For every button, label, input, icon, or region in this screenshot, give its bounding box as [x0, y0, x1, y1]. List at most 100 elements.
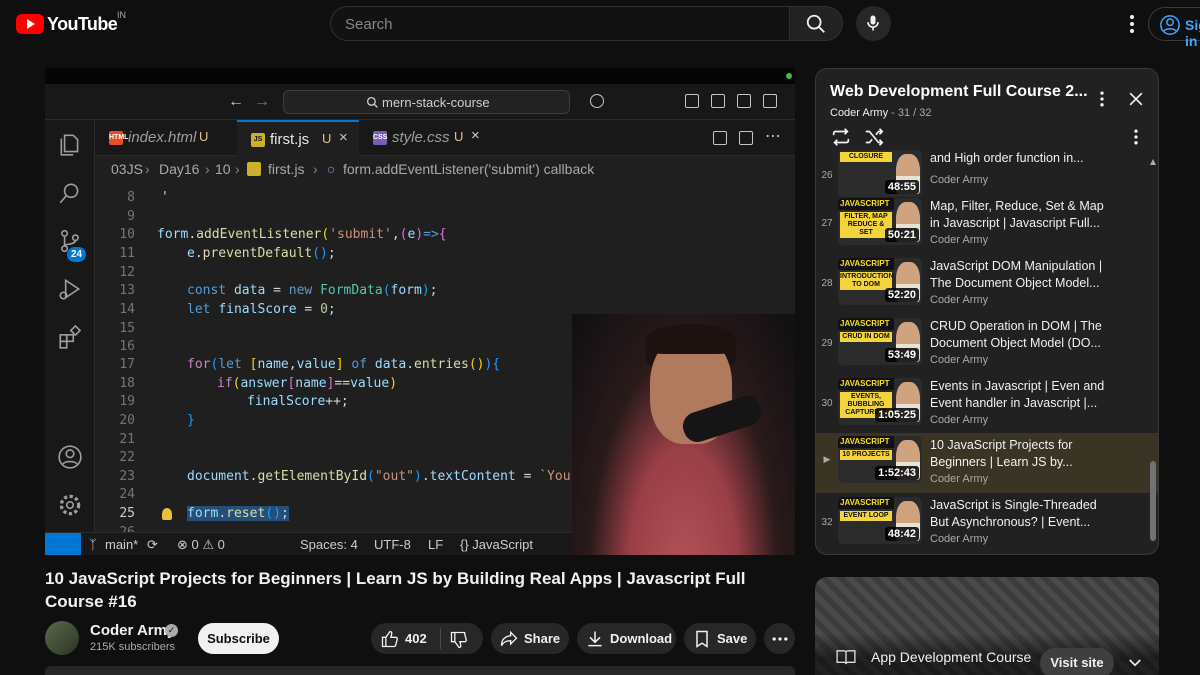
video-title[interactable]: JavaScript DOM Manipulation | The Docume…: [930, 258, 1110, 292]
chevron-right-icon: ›: [313, 161, 318, 177]
search-icon: [59, 183, 79, 204]
thumb-js-tag: JAVASCRIPT: [838, 258, 894, 270]
shuffle-icon[interactable]: [863, 126, 885, 148]
video-title[interactable]: 10 JavaScript Projects for Beginners | L…: [930, 437, 1110, 471]
visit-site-button[interactable]: Visit site: [1040, 648, 1114, 675]
compare-icon: [713, 131, 727, 145]
video-channel: Coder Army: [930, 234, 989, 246]
video-thumbnail[interactable]: JAVASCRIPT EVENT LOOP 48:42: [838, 497, 922, 544]
video-channel: Coder Army: [930, 533, 989, 545]
language-mode: {} JavaScript: [460, 537, 533, 552]
subscriber-count: 215K subscribers: [90, 641, 175, 653]
playlist-channel[interactable]: Coder Army: [830, 107, 888, 119]
vscode-titlebar: ← → mern-stack-course: [45, 84, 795, 120]
video-player[interactable]: ← → mern-stack-course 24 HTML index.html…: [45, 68, 795, 555]
playlist-item-current[interactable]: ▶ JAVASCRIPT 10 PROJECTS 1:52:43 10 Java…: [816, 433, 1158, 493]
breadcrumb-item: form.addEventListener('submit') callback: [343, 161, 595, 177]
js-file-icon: [247, 162, 261, 176]
breadcrumb-item: 10: [215, 161, 231, 177]
playlist-title[interactable]: Web Development Full Course 2...: [830, 83, 1088, 101]
loop-icon[interactable]: [830, 126, 852, 148]
tab-first-js: JS first.js U ×: [237, 120, 359, 156]
item-index: 26: [821, 170, 833, 181]
playlist-item[interactable]: 28 JAVASCRIPT INTRODUCTION TO DOM 52:20 …: [816, 256, 1158, 316]
tab-status: U: [454, 129, 464, 144]
video-title[interactable]: Events in Javascript | Even and Event ha…: [930, 378, 1110, 412]
command-center-text: mern-stack-course: [382, 95, 490, 110]
playlist-panel: Web Development Full Course 2... Coder A…: [815, 68, 1159, 555]
video-thumbnail[interactable]: CLOSURE 48:55: [838, 150, 922, 197]
thumbs-down-icon[interactable]: [449, 630, 469, 650]
playlist-menu-icon[interactable]: [1092, 89, 1112, 109]
youtube-logo[interactable]: YouTube IN: [16, 10, 126, 35]
save-button[interactable]: Save: [684, 623, 756, 654]
thumbs-up-icon[interactable]: [380, 629, 400, 649]
video-title[interactable]: CRUD Operation in DOM | The Document Obj…: [930, 318, 1110, 352]
playlist-item[interactable]: 32 JAVASCRIPT EVENT LOOP 48:42 JavaScrip…: [816, 495, 1158, 554]
subscribe-button[interactable]: Subscribe: [198, 623, 279, 654]
video-duration: 48:55: [884, 180, 919, 194]
playlist-options-icon[interactable]: [1126, 127, 1146, 147]
thumb-label: EVENT LOOP: [840, 511, 892, 521]
video-title[interactable]: JavaScript is Single-Threaded But Asynch…: [930, 497, 1110, 531]
share-icon: [500, 630, 518, 646]
search-input[interactable]: Search: [330, 6, 789, 41]
microphone-icon: [867, 15, 879, 31]
video-title[interactable]: Map, Filter, Reduce, Set & Map in Javasc…: [930, 198, 1110, 232]
video-channel: Coder Army: [930, 294, 989, 306]
video-channel: Coder Army: [930, 473, 989, 485]
video-thumbnail[interactable]: JAVASCRIPT FILTER, MAP REDUCE & SET 50:2…: [838, 198, 922, 245]
item-index: 30: [821, 398, 833, 409]
video-thumbnail[interactable]: JAVASCRIPT CRUD IN DOM 53:49: [838, 318, 922, 365]
presenter-webcam-overlay: [572, 314, 795, 555]
search-button[interactable]: [789, 6, 843, 41]
close-icon[interactable]: [1126, 89, 1146, 109]
channel-name[interactable]: Coder Army: [90, 622, 175, 639]
scroll-up-arrow-icon: [1150, 159, 1156, 165]
download-button[interactable]: Download: [577, 623, 676, 654]
thumb-js-tag: JAVASCRIPT: [838, 436, 894, 448]
playlist-scrollbar-thumb[interactable]: [1150, 461, 1156, 541]
video-thumbnail[interactable]: JAVASCRIPT EVENTS, BUBBLING CAPTURING 1:…: [838, 378, 922, 425]
tab-name: first.js: [270, 131, 310, 148]
settings-menu-icon[interactable]: [1120, 12, 1144, 36]
video-duration: 1:05:25: [875, 408, 919, 422]
tab-index-html: HTML index.html U: [95, 120, 237, 156]
channel-avatar[interactable]: [45, 621, 79, 655]
more-horizontal-icon: [772, 637, 788, 641]
playlist-item[interactable]: 30 JAVASCRIPT EVENTS, BUBBLING CAPTURING…: [816, 376, 1158, 436]
video-thumbnail[interactable]: JAVASCRIPT INTRODUCTION TO DOM 52:20: [838, 258, 922, 305]
tab-name: index.html: [128, 129, 197, 146]
voice-search-button[interactable]: [856, 6, 891, 41]
thumb-label: CRUD IN DOM: [840, 332, 892, 342]
playlist-item[interactable]: 27 JAVASCRIPT FILTER, MAP REDUCE & SET 5…: [816, 196, 1158, 256]
playlist-item[interactable]: 29 JAVASCRIPT CRUD IN DOM 53:49 CRUD Ope…: [816, 316, 1158, 376]
video-channel: Coder Army: [930, 414, 989, 426]
book-icon: [836, 650, 856, 665]
vscode-breadcrumb: 03JS › Day16 › 10 › first.js › ○ form.ad…: [95, 156, 795, 182]
description-box-edge: [45, 666, 795, 675]
run-debug-icon: [59, 278, 81, 300]
now-playing-icon: ▶: [823, 454, 831, 464]
video-title[interactable]: and High order function in...: [930, 150, 1110, 167]
search-placeholder: Search: [345, 16, 393, 33]
toggle-secondary-sidebar-icon: [763, 94, 777, 108]
video-thumbnail[interactable]: JAVASCRIPT 10 PROJECTS 1:52:43: [838, 436, 922, 483]
css-file-icon: CSS: [373, 131, 387, 145]
search-icon: [806, 14, 825, 33]
video-duration: 52:20: [884, 288, 919, 302]
encoding: UTF-8: [374, 537, 411, 552]
chevron-down-icon[interactable]: [1126, 654, 1144, 672]
close-icon: ×: [339, 129, 348, 146]
like-count[interactable]: 402: [405, 631, 427, 646]
share-button[interactable]: Share: [491, 623, 569, 654]
tab-status: U: [322, 131, 332, 146]
sign-in-button[interactable]: Sign in: [1148, 7, 1200, 49]
like-divider: [440, 628, 441, 649]
country-code: IN: [117, 10, 126, 20]
thumb-js-tag: JAVASCRIPT: [838, 198, 894, 210]
tab-status: U: [199, 129, 209, 144]
download-icon: [588, 631, 602, 647]
more-actions-button[interactable]: [764, 623, 795, 654]
chevron-right-icon: ›: [205, 161, 210, 177]
